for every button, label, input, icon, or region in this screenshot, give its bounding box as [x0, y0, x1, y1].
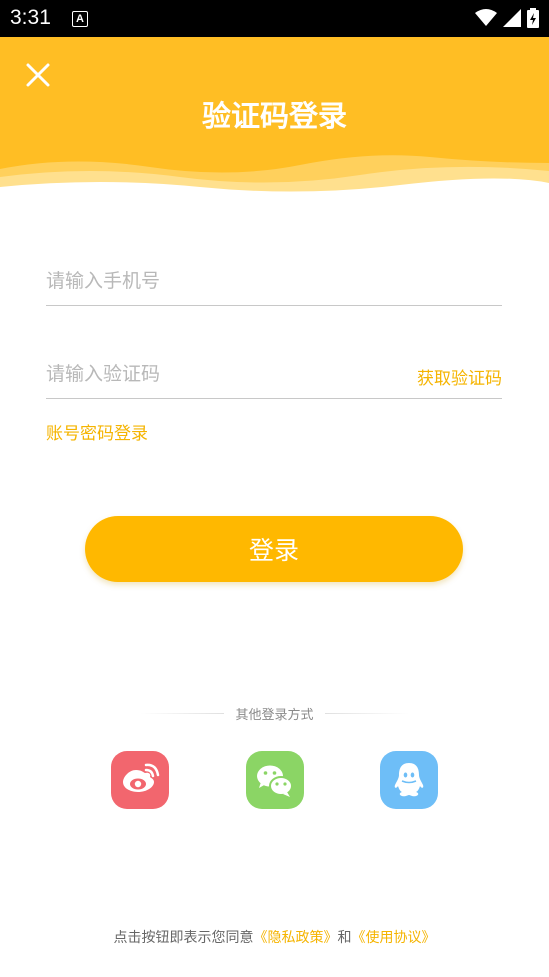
signal-icon: [503, 9, 521, 27]
battery-icon: [527, 8, 539, 28]
status-time: 3:31: [10, 6, 51, 29]
page-title: 验证码登录: [201, 99, 347, 133]
header: 验证码登录: [0, 37, 549, 197]
phone-field: [46, 261, 502, 306]
close-button[interactable]: [24, 61, 52, 89]
agreement-and: 和: [337, 930, 352, 946]
account-password-login-link[interactable]: 账号密码登录: [46, 419, 148, 444]
status-bar: 3:31 A: [0, 0, 549, 37]
login-button[interactable]: 登录: [85, 516, 463, 582]
wechat-login-button[interactable]: [246, 751, 304, 809]
code-input[interactable]: [46, 354, 386, 394]
terms-of-use-link[interactable]: 《使用协议》: [352, 930, 436, 946]
code-field: 获取验证码: [46, 354, 502, 399]
qq-icon: [394, 763, 424, 797]
wechat-icon: [257, 765, 293, 797]
notification-icon: A: [72, 11, 88, 27]
divider-right: [325, 713, 409, 714]
qq-login-button[interactable]: [380, 751, 438, 809]
other-login-label: 其他登录方式: [235, 708, 314, 723]
weibo-icon: [123, 763, 160, 792]
agreement-footer: 点击按钮即表示您同意《隐私政策》和《使用协议》: [0, 927, 549, 947]
agreement-prefix: 点击按钮即表示您同意: [113, 930, 254, 946]
weibo-login-button[interactable]: [111, 751, 169, 809]
header-waves: [0, 155, 549, 197]
get-code-button[interactable]: 获取验证码: [417, 364, 502, 389]
close-icon: [26, 63, 50, 87]
wifi-icon: [475, 9, 497, 26]
status-icons: [475, 8, 539, 28]
privacy-policy-link[interactable]: 《隐私政策》: [254, 930, 338, 946]
phone-input[interactable]: [46, 261, 386, 301]
